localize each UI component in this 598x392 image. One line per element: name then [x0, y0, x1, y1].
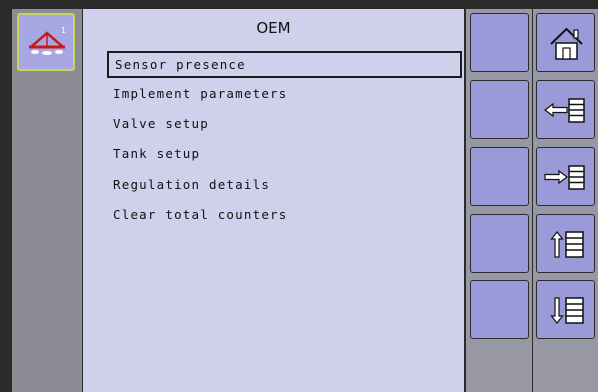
menu-item-regulation-details[interactable]: Regulation details: [107, 169, 462, 199]
menu-list: Sensor presence Implement parameters Val…: [107, 51, 462, 230]
scroll-down-button[interactable]: [536, 280, 595, 339]
menu-item-tank-setup[interactable]: Tank setup: [107, 139, 462, 169]
soft-key-blank-5[interactable]: [470, 280, 529, 339]
scroll-down-icon: [550, 297, 584, 324]
menu-item-implement-parameters[interactable]: Implement parameters: [107, 78, 462, 108]
soft-key-column-right: [533, 9, 598, 392]
menu-item-valve-setup[interactable]: Valve setup: [107, 108, 462, 138]
oem-screen: 1 OEM Sensor presence Implement paramete…: [0, 0, 598, 392]
next-page-button[interactable]: [536, 147, 595, 206]
next-page-icon: [544, 165, 585, 190]
implement-badge: 1: [61, 26, 66, 35]
soft-key-blank-3[interactable]: [470, 147, 529, 206]
soft-key-blank-2[interactable]: [470, 80, 529, 139]
home-button[interactable]: [536, 13, 595, 72]
implement-button[interactable]: 1: [17, 13, 75, 71]
soft-key-blank-1[interactable]: [470, 13, 529, 72]
left-panel: 1: [12, 9, 82, 392]
scroll-up-icon: [550, 231, 584, 258]
sprayer-implement-icon: 1: [29, 26, 66, 55]
menu-item-clear-total-counters[interactable]: Clear total counters: [107, 200, 462, 230]
soft-key-blank-4[interactable]: [470, 214, 529, 273]
previous-page-button[interactable]: [536, 80, 595, 139]
previous-page-icon: [544, 98, 585, 123]
menu-item-sensor-presence[interactable]: Sensor presence: [107, 51, 462, 78]
soft-key-column-left: [466, 9, 532, 392]
home-icon: [550, 27, 583, 60]
page-title: OEM: [256, 19, 291, 37]
menu-panel: OEM Sensor presence Implement parameters…: [83, 9, 464, 392]
scroll-up-button[interactable]: [536, 214, 595, 273]
